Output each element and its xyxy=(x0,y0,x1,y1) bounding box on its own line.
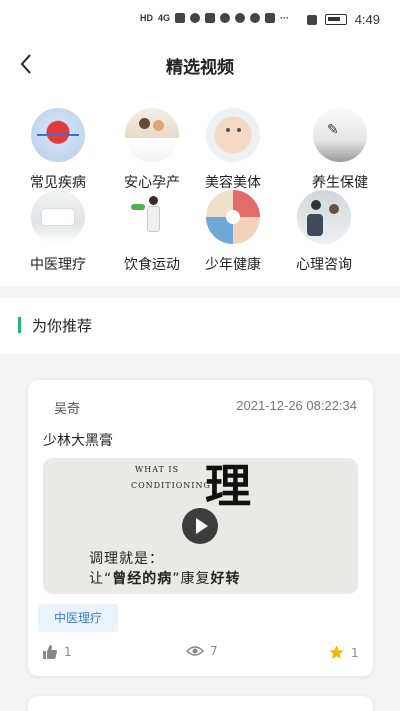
wifi-icon xyxy=(190,13,201,23)
category-label: 中医理疗 xyxy=(30,257,86,273)
video-caption-en: WHAT IS CONDITIONING xyxy=(131,462,211,494)
category-label: 心理咨询 xyxy=(296,257,352,273)
category-label: 常见疾病 xyxy=(30,175,86,191)
category-label: 安心孕产 xyxy=(124,175,180,191)
star-icon xyxy=(329,645,344,659)
mute-icon xyxy=(306,14,317,25)
section-title: 为你推荐 xyxy=(32,317,93,335)
play-button-icon[interactable] xyxy=(182,508,218,544)
category-beauty[interactable]: 美容美体 xyxy=(188,108,278,192)
category-label: 美容美体 xyxy=(205,175,261,191)
status-icons-right: 4:49 xyxy=(306,12,380,27)
like-stat[interactable]: 1 xyxy=(42,644,72,660)
view-stat: 7 xyxy=(186,644,218,658)
category-psychology[interactable]: 心理咨询 xyxy=(279,190,369,274)
video-caption-line1: 调理就是： xyxy=(89,551,164,567)
vpn-icon xyxy=(250,13,261,23)
video-feed: 吴奇 2021-12-26 08:22:34 少林大黑膏 WHAT IS CON… xyxy=(0,364,400,711)
signal-type-label: 4G xyxy=(158,13,171,23)
caption-part: ”康复 xyxy=(172,571,211,587)
top-nav-bar: 精选视频 xyxy=(0,40,400,88)
post-date: 2021-12-26 08:22:34 xyxy=(236,398,357,413)
video-title: 少林大黑膏 xyxy=(43,433,113,449)
caption-part-bold: 好转 xyxy=(210,571,241,587)
category-tag[interactable]: 中医理疗 xyxy=(38,604,119,632)
category-youth-health[interactable]: 少年健康 xyxy=(188,190,278,274)
category-grid: 常见疾病 安心孕产 美容美体 ✎ 养生保健 中医理疗 饮食运动 少年健康 心理咨… xyxy=(0,88,400,286)
favorite-stat[interactable]: 1 xyxy=(328,644,359,661)
view-count: 7 xyxy=(210,644,218,658)
caption-part: 让“ xyxy=(89,571,113,587)
video-caption-en-line1: WHAT IS xyxy=(135,465,180,474)
message-icon xyxy=(220,13,231,23)
network-label: HD xyxy=(140,13,153,23)
diet-exercise-image xyxy=(125,190,179,244)
beauty-image xyxy=(206,108,260,162)
clock: 4:49 xyxy=(354,12,380,27)
video-caption-line2: 让“曾经的病”康复好转 xyxy=(89,568,241,588)
eye-icon xyxy=(186,646,204,656)
pregnancy-image xyxy=(125,108,179,162)
category-tcm-therapy[interactable]: 中医理疗 xyxy=(13,190,103,274)
translate-icon xyxy=(265,13,276,23)
psychology-image xyxy=(297,190,351,244)
battery-icon xyxy=(324,14,347,25)
category-pregnancy[interactable]: 安心孕产 xyxy=(107,108,197,192)
category-label: 少年健康 xyxy=(205,257,261,273)
video-card[interactable]: 吴奇 2021-12-26 08:22:34 少林大黑膏 WHAT IS CON… xyxy=(28,380,373,676)
video-thumbnail[interactable]: WHAT IS CONDITIONING 理 调理就是： 让“曾经的病”康复好转 xyxy=(43,458,358,594)
next-video-card[interactable] xyxy=(28,696,373,711)
common-diseases-image xyxy=(31,108,85,162)
health-care-image: ✎ xyxy=(313,108,367,162)
page-title: 精选视频 xyxy=(166,58,234,78)
category-label: 饮食运动 xyxy=(124,257,180,273)
video-caption-en-line2: CONDITIONING xyxy=(131,481,211,490)
category-common-diseases[interactable]: 常见疾病 xyxy=(13,108,103,192)
category-label: 养生保健 xyxy=(312,175,368,191)
status-icons-left: HD 4G ··· xyxy=(140,13,289,23)
more-icon: ··· xyxy=(280,13,290,23)
status-bar: HD 4G ··· 4:49 xyxy=(0,0,400,40)
app-notification-icon xyxy=(205,13,216,23)
category-health-care[interactable]: ✎ 养生保健 xyxy=(295,108,385,192)
youth-health-image xyxy=(206,190,260,244)
recommend-section-header: 为你推荐 xyxy=(0,298,400,354)
caption-part-bold: 曾经的病 xyxy=(112,571,173,587)
video-big-character: 理 xyxy=(205,459,251,513)
tcm-therapy-image xyxy=(31,190,85,244)
category-diet-exercise[interactable]: 饮食运动 xyxy=(107,190,197,274)
thumbs-up-icon xyxy=(43,645,57,659)
favorite-count: 1 xyxy=(351,645,359,660)
author-name: 吴奇 xyxy=(54,402,81,417)
section-accent-bar xyxy=(18,317,21,333)
location-icon xyxy=(235,13,246,23)
like-count: 1 xyxy=(64,645,72,659)
signal-icon xyxy=(175,13,186,23)
